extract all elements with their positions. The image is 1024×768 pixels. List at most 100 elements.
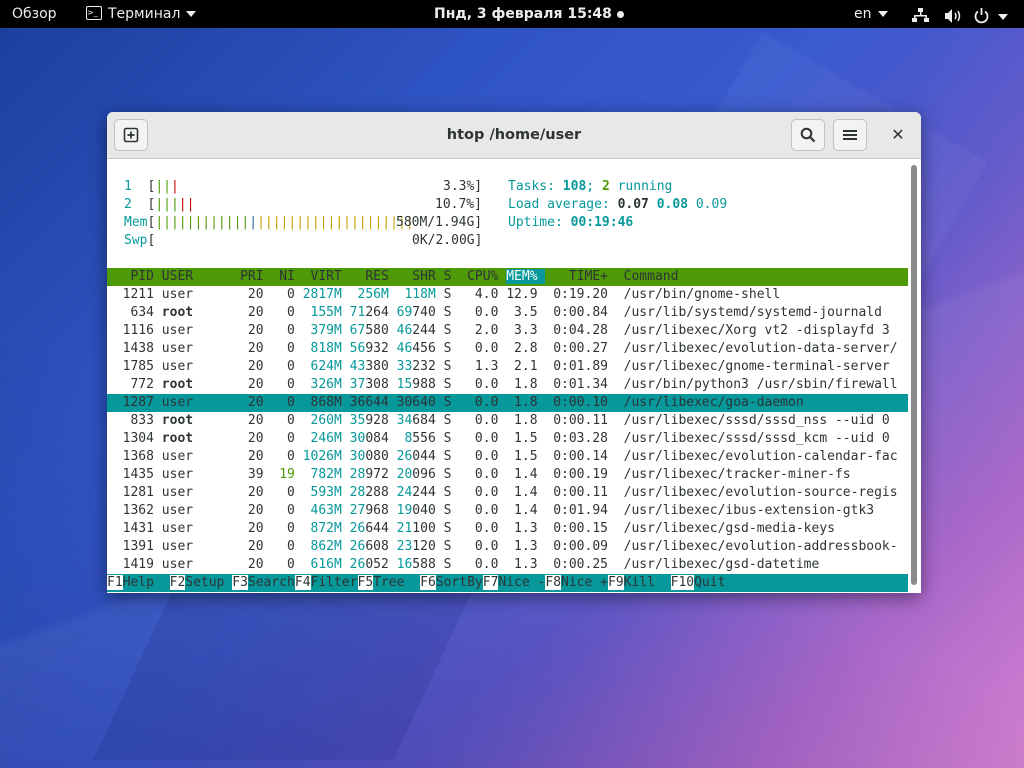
scrollbar[interactable]: [910, 159, 918, 593]
column-header-s[interactable]: S: [436, 269, 459, 284]
column-header-res[interactable]: RES: [342, 269, 389, 284]
column-header-pri[interactable]: PRI: [232, 269, 264, 284]
process-row[interactable]: 1116 user 20 0 379M 67580 46244 S 2.0 3.…: [107, 322, 890, 340]
activities-button[interactable]: Обзор: [12, 0, 57, 28]
digits-low: 968: [365, 503, 389, 518]
cell-virt: 862M: [294, 539, 342, 554]
fkey-f9[interactable]: F9Kill: [608, 575, 671, 590]
system-menu-button[interactable]: [912, 6, 1014, 24]
fkey-f5[interactable]: F5Tree: [357, 575, 421, 590]
digits-high: 27: [341, 503, 366, 518]
search-button[interactable]: [791, 119, 825, 151]
scrollbar-thumb[interactable]: [911, 165, 917, 585]
column-header-cpu[interactable]: CPU%: [459, 269, 498, 284]
cell-virt: 260M: [294, 413, 342, 428]
cell-pid: 1391: [107, 539, 154, 554]
clock-button[interactable]: Пнд, 3 февраля 15:48: [434, 0, 624, 28]
cell-cpu: 0.0: [459, 377, 499, 392]
process-row[interactable]: 1211 user 20 0 2817M 256M 118M S 4.0 12.…: [107, 286, 781, 304]
cell-res: 26644: [342, 521, 389, 536]
fkey-f1[interactable]: F1Help: [107, 575, 170, 590]
cell-state: S: [435, 485, 460, 500]
fkey-f3[interactable]: F3Search: [232, 575, 295, 590]
cell-cpu: 2.0: [459, 323, 499, 338]
cell-command: /usr/libexec/sssd/sssd_nss --uid 0: [608, 413, 890, 428]
digits-high: 19: [388, 503, 413, 518]
cell-cpu: 0.0: [459, 413, 499, 428]
digits-high: 33: [388, 359, 413, 374]
digits-low: 040: [412, 503, 436, 518]
digits-low: 052: [365, 557, 389, 572]
cell-mem: 1.5: [498, 449, 538, 464]
process-row[interactable]: 1368 user 20 0 1026M 30080 26044 S 0.0 1…: [107, 448, 898, 466]
cell-cpu: 4.0: [459, 287, 499, 302]
cell-time: 0:03.28: [537, 431, 608, 446]
cpu2-value: 10.7%]: [435, 196, 482, 214]
cpu2-label: 2: [124, 197, 132, 212]
fkey-f2[interactable]: F2Setup: [169, 575, 233, 590]
process-row[interactable]: 1304 root 20 0 246M 30084 8556 S 0.0 1.5…: [107, 430, 890, 448]
cell-user: user: [153, 395, 233, 410]
mem-value: 580M/1.94G]: [396, 214, 482, 232]
fkey-f4[interactable]: F4Filter: [294, 575, 358, 590]
process-row[interactable]: 1362 user 20 0 463M 27968 19040 S 0.0 1.…: [107, 502, 874, 520]
cell-mem: 1.3: [498, 539, 538, 554]
cell-ni: 0: [263, 305, 295, 320]
fkey-f10[interactable]: F10Quit: [670, 575, 741, 590]
uptime-label: Uptime:: [508, 215, 563, 230]
power-icon: [974, 8, 989, 24]
cell-mem: 2.1: [498, 359, 538, 374]
column-header-ni[interactable]: NI: [264, 269, 295, 284]
column-header-pid[interactable]: PID: [107, 269, 154, 284]
column-header-mem[interactable]: MEM%: [506, 269, 546, 284]
process-row[interactable]: 1438 user 20 0 818M 56932 46456 S 0.0 2.…: [107, 340, 898, 358]
cell-time: 0:00.25: [537, 557, 608, 572]
column-header-time[interactable]: TIME+: [545, 269, 615, 284]
digits-high: 26: [341, 557, 366, 572]
cpu2-value-text: 10.7%]: [435, 197, 482, 212]
digits-low: 100: [412, 521, 436, 536]
process-row[interactable]: 1785 user 20 0 624M 43380 33232 S 1.3 2.…: [107, 358, 890, 376]
close-button[interactable]: ✕: [883, 119, 913, 151]
process-row[interactable]: 634 root 20 0 155M 71264 69740 S 0.0 3.5…: [107, 304, 881, 322]
process-row[interactable]: 772 root 20 0 326M 37308 15988 S 0.0 1.8…: [107, 376, 897, 394]
process-row[interactable]: 1391 user 20 0 862M 26608 23120 S 0.0 1.…: [107, 538, 898, 556]
digits-low: 084: [365, 431, 389, 446]
cell-mem: 1.3: [498, 557, 538, 572]
fkey-number: F2: [169, 575, 186, 590]
column-header-user[interactable]: USER: [154, 269, 232, 284]
column-header-shr[interactable]: SHR: [389, 269, 436, 284]
cell-pri: 20: [232, 431, 264, 446]
cell-time: 0:00.15: [537, 521, 608, 536]
cell-res: 71264: [342, 305, 389, 320]
menu-button[interactable]: [833, 119, 867, 151]
digits-high: 28: [341, 467, 366, 482]
process-row-selected[interactable]: 1287 user 20 0 868M 36644 30640 S 0.0 1.…: [107, 394, 908, 412]
language-button[interactable]: en: [854, 0, 888, 28]
app-menu-button[interactable]: >_ Терминал: [86, 0, 197, 28]
cell-user: user: [153, 467, 233, 482]
process-row[interactable]: 1419 user 20 0 616M 26052 16588 S 0.0 1.…: [107, 556, 820, 574]
cell-state: S: [435, 503, 460, 518]
cell-res: 30084: [342, 431, 389, 446]
process-row[interactable]: 1281 user 20 0 593M 28288 24244 S 0.0 1.…: [107, 484, 898, 502]
cell-virt: 593M: [294, 485, 342, 500]
fkey-f7[interactable]: F7Nice -: [482, 575, 545, 590]
cell-state: S: [435, 305, 460, 320]
fkey-f6[interactable]: F6SortBy: [420, 575, 483, 590]
column-header-command[interactable]: Command: [616, 269, 679, 284]
fkey-number: F1: [107, 575, 123, 590]
cell-pid: 1368: [107, 449, 154, 464]
terminal-content[interactable]: 1 [||| 3.3%] 2 [||||| 10.7%] Mem[|||||||…: [107, 159, 921, 593]
mem-label: Mem: [124, 215, 148, 230]
process-row[interactable]: 1431 user 20 0 872M 26644 21100 S 0.0 1.…: [107, 520, 835, 538]
digits-high: 28: [341, 485, 366, 500]
process-row[interactable]: 1435 user 39 19 782M 28972 20096 S 0.0 1…: [107, 466, 851, 484]
cell-mem: 1.4: [498, 503, 538, 518]
cell-res: 28288: [342, 485, 389, 500]
fkey-f8[interactable]: F8Nice +: [545, 575, 608, 590]
cell-pri: 20: [232, 323, 264, 338]
cell-state: S: [435, 467, 460, 482]
process-row[interactable]: 833 root 20 0 260M 35928 34684 S 0.0 1.8…: [107, 412, 890, 430]
column-header-virt[interactable]: VIRT: [295, 269, 342, 284]
